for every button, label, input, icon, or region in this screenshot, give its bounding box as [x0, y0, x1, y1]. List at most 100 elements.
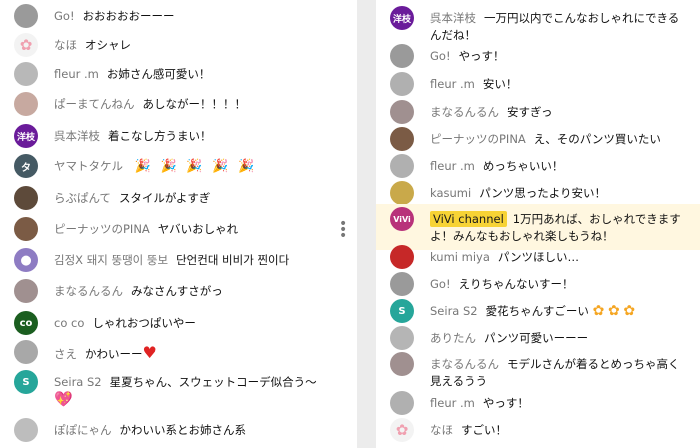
avatar[interactable] [390, 100, 414, 124]
avatar[interactable] [14, 340, 38, 364]
author-name[interactable]: らぶぱんて [54, 191, 111, 205]
avatar[interactable] [390, 352, 414, 376]
author-name[interactable]: ピーナッツのPINA [54, 222, 150, 236]
chat-message[interactable]: 洋枝 呉本洋枝 一万円以内でこんなおしゃれにできるんだね！ [390, 6, 690, 44]
message-text: 安い！ [482, 77, 518, 91]
chat-message[interactable]: タ ヤマトタケル 🎉 🎉 🎉 🎉 🎉 [14, 154, 344, 178]
chat-message[interactable]: ● 김정X 돼지 뚱땡이 뚱보 단언컨대 비비가 찐이다 [14, 248, 344, 272]
author-name[interactable]: ありたん [430, 331, 476, 345]
avatar[interactable] [14, 418, 38, 442]
chat-message[interactable]: ピーナッツのPINA ヤバいおしゃれ [14, 217, 344, 241]
chat-message[interactable]: fleur .m めっちゃいい！ [390, 154, 690, 178]
author-name[interactable]: ぱーまてんねん [54, 97, 135, 111]
author-name[interactable]: ぽぽにゃん [54, 423, 112, 437]
author-name[interactable]: fleur .m [54, 67, 99, 81]
chat-message[interactable]: kumi miya パンツほしい… [390, 245, 690, 269]
flower-icon: ✿ [19, 36, 33, 54]
author-name[interactable]: fleur .m [430, 77, 475, 91]
avatar[interactable]: タ [14, 154, 38, 178]
chat-message[interactable]: ピーナッツのPINA え、そのパンツ買いたい [390, 127, 690, 151]
chat-message[interactable]: ぱーまてんねん あしながー！！！！ [14, 92, 344, 116]
chat-message[interactable]: S Seira S2 愛花ちゃんすごーい ✿ ✿ ✿ [390, 299, 690, 323]
chat-message[interactable]: S Seira S2 星夏ちゃん、スウェットコーデ似合う〜 💖 [14, 370, 344, 409]
avatar[interactable]: S [390, 299, 414, 323]
author-name[interactable]: まなるんるん [54, 284, 123, 298]
chat-message[interactable]: kasumi パンツ思ったより安い！ [390, 181, 690, 205]
chat-message[interactable]: fleur .m やっす！ [390, 391, 690, 415]
avatar[interactable] [390, 127, 414, 151]
avatar-initials: ViVi [393, 214, 411, 224]
chat-message[interactable]: ViVi ViVi channel 1万円あれば、おしゃれできますよ！みんなもおし… [390, 207, 690, 245]
author-name[interactable]: kumi miya [430, 250, 490, 264]
avatar[interactable] [14, 186, 38, 210]
author-name[interactable]: ヤマトタケル [54, 159, 123, 173]
author-name[interactable]: kasumi [430, 186, 471, 200]
author-name[interactable]: なほ [54, 38, 77, 52]
author-name[interactable]: 김정X 돼지 뚱땡이 뚱보 [54, 253, 168, 267]
avatar[interactable] [390, 72, 414, 96]
avatar[interactable] [14, 279, 38, 303]
avatar[interactable]: S [14, 370, 38, 394]
avatar[interactable] [390, 245, 414, 269]
chat-message[interactable]: Go! おおおおおーーー [14, 4, 344, 28]
chat-message[interactable]: さえ かわいーー♥ [14, 340, 344, 364]
author-name[interactable]: co co [54, 316, 84, 330]
message-text: 安すぎっ [507, 105, 553, 119]
author-name[interactable]: Go! [430, 49, 451, 63]
author-name[interactable]: fleur .m [430, 396, 475, 410]
chat-message[interactable]: まなるんるん 安すぎっ [390, 100, 690, 124]
avatar[interactable] [390, 181, 414, 205]
chat-message[interactable]: ぽぽにゃん かわいい系とお姉さん系 [14, 418, 344, 442]
channel-owner-badge[interactable]: ViVi channel [430, 211, 507, 227]
avatar[interactable] [14, 4, 38, 28]
author-name[interactable]: さえ [54, 347, 77, 361]
more-vert-icon[interactable]: • • • [339, 217, 347, 243]
chat-message[interactable]: ✿ なほ すごい！ [390, 418, 690, 442]
chat-message[interactable]: fleur .m お姉さん感可愛い！ [14, 62, 344, 86]
avatar-initials: タ [21, 162, 31, 174]
avatar[interactable] [390, 44, 414, 68]
chat-message[interactable]: ありたん パンツ可愛いーーー [390, 326, 690, 350]
message-text: ヤバいおしゃれ [157, 222, 239, 236]
chat-message[interactable]: co co co しゃれおつぱいやー [14, 311, 344, 335]
author-name[interactable]: Go! [430, 277, 451, 291]
avatar[interactable] [14, 217, 38, 241]
chat-message[interactable]: らぶぱんて スタイルがよすぎ [14, 186, 344, 210]
avatar[interactable]: 洋枝 [390, 6, 414, 30]
author-name[interactable]: まなるんるん [430, 357, 499, 371]
author-name[interactable]: なほ [430, 423, 453, 437]
chat-message[interactable]: Go! やっす！ [390, 44, 690, 68]
author-name[interactable]: Go! [54, 9, 75, 23]
avatar[interactable] [390, 326, 414, 350]
author-name[interactable]: Seira S2 [430, 304, 478, 318]
author-name[interactable]: fleur .m [430, 159, 475, 173]
avatar[interactable]: ✿ [390, 418, 414, 442]
party-popper-icon: 🎉 [134, 159, 151, 174]
author-name[interactable]: 呉本洋枝 [54, 129, 100, 143]
chat-message[interactable]: 洋枝 呉本洋枝 着こなし方うまい！ [14, 124, 344, 148]
author-name[interactable]: まなるんるん [430, 105, 499, 119]
avatar[interactable]: ✿ [14, 33, 38, 57]
message-text: オシャレ [85, 38, 131, 52]
chat-message[interactable]: まなるんるん みなさんすさがっ [14, 279, 344, 303]
chat-message[interactable]: ✿ なほ オシャレ [14, 33, 344, 57]
message-text: 愛花ちゃんすごーい [485, 304, 589, 318]
avatar[interactable]: ● [14, 248, 38, 272]
chat-message[interactable]: fleur .m 安い！ [390, 72, 690, 96]
chat-message[interactable]: Go! えりちゃんないすー！ [390, 272, 690, 296]
message-text: パンツほしい… [497, 250, 579, 264]
author-name[interactable]: 呉本洋枝 [430, 11, 476, 25]
author-name[interactable]: Seira S2 [54, 375, 102, 389]
avatar[interactable]: co [14, 311, 38, 335]
author-name[interactable]: ピーナッツのPINA [430, 132, 526, 146]
chat-message[interactable]: まなるんるん モデルさんが着るとめっちゃ高く見えるうう [390, 352, 690, 390]
message-text: えりちゃんないすー！ [458, 277, 574, 291]
avatar[interactable] [14, 92, 38, 116]
vivi-logo[interactable]: ViVi [390, 207, 414, 231]
avatar[interactable] [390, 272, 414, 296]
avatar[interactable] [14, 62, 38, 86]
avatar[interactable]: 洋枝 [14, 124, 38, 148]
avatar[interactable] [390, 154, 414, 178]
avatar[interactable] [390, 391, 414, 415]
party-popper-icon: 🎉 [212, 159, 229, 174]
